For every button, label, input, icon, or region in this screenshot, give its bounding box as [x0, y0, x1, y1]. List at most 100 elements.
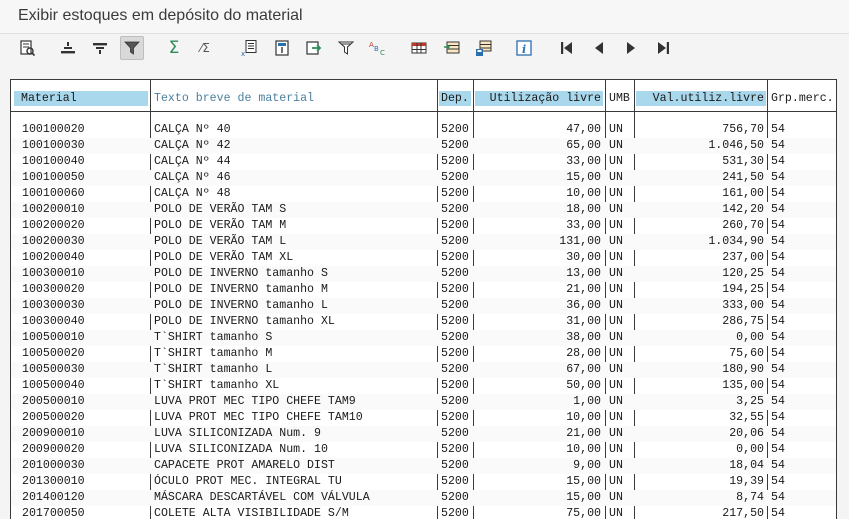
cell-material-group[interactable]: 54 — [769, 346, 835, 362]
cell-description[interactable]: CALÇA Nº 42 — [152, 138, 435, 154]
cell-plant[interactable]: 5200 — [439, 378, 471, 394]
column-header-free-use[interactable]: Utilização livre — [475, 91, 603, 106]
cell-free-use[interactable]: 9,00 — [475, 458, 603, 474]
cell-material-group[interactable]: 54 — [769, 410, 835, 426]
cell-material-group[interactable]: 54 — [769, 490, 835, 506]
cell-uom[interactable]: UN — [607, 154, 633, 170]
sort-descending-icon[interactable] — [88, 36, 112, 60]
cell-free-use[interactable]: 28,00 — [475, 346, 603, 362]
cell-uom[interactable]: UN — [607, 122, 633, 138]
cell-material[interactable]: 100100060 — [14, 186, 148, 202]
cell-free-use[interactable]: 47,00 — [475, 122, 603, 138]
cell-description[interactable]: POLO DE INVERNO tamanho XL — [152, 314, 435, 330]
cell-material-group[interactable]: 54 — [769, 330, 835, 346]
cell-uom[interactable]: UN — [607, 298, 633, 314]
cell-free-use[interactable]: 31,00 — [475, 314, 603, 330]
table-row[interactable]: 201700050 COLETE ALTA VISIBILIDADE S/M 520… — [11, 506, 836, 519]
cell-material-group[interactable]: 54 — [769, 266, 835, 282]
table-row[interactable]: 100200010 POLO DE VERÃO TAM S 5200 18,00 UN 1… — [11, 202, 836, 218]
cell-material-group[interactable]: 54 — [769, 362, 835, 378]
cell-material[interactable]: 100100050 — [14, 170, 148, 186]
save-layout-icon[interactable] — [472, 36, 496, 60]
cell-material-group[interactable]: 54 — [769, 458, 835, 474]
table-row[interactable]: 100300040 POLO DE INVERNO tamanho XL 5200 3… — [11, 314, 836, 330]
cell-uom[interactable]: UN — [607, 394, 633, 410]
cell-free-use[interactable]: 50,00 — [475, 378, 603, 394]
cell-free-use[interactable]: 1,00 — [475, 394, 603, 410]
cell-free-use[interactable]: 10,00 — [475, 410, 603, 426]
cell-description[interactable]: POLO DE VERÃO TAM XL — [152, 250, 435, 266]
cell-plant[interactable]: 5200 — [439, 298, 471, 314]
cell-material[interactable]: 201300010 — [14, 474, 148, 490]
cell-free-use[interactable]: 33,00 — [475, 218, 603, 234]
cell-free-use[interactable]: 131,00 — [475, 234, 603, 250]
column-header-uom[interactable]: UMB — [607, 91, 633, 106]
cell-description[interactable]: T`SHIRT tamanho L — [152, 362, 435, 378]
cell-description[interactable]: CAPACETE PROT AMARELO DIST — [152, 458, 435, 474]
table-row[interactable]: 100500020 T`SHIRT tamanho M 5200 28,00 UN 75,… — [11, 346, 836, 362]
table-row[interactable]: 100100050 CALÇA Nº 46 5200 15,00 UN 241,50 54 — [11, 170, 836, 186]
cell-plant[interactable]: 5200 — [439, 410, 471, 426]
cell-material-group[interactable]: 54 — [769, 394, 835, 410]
table-row[interactable]: 100500030 T`SHIRT tamanho L 5200 67,00 UN 180… — [11, 362, 836, 378]
cell-material-group[interactable]: 54 — [769, 282, 835, 298]
cell-value-free[interactable]: 3,25 — [636, 394, 766, 410]
cell-plant[interactable]: 5200 — [439, 250, 471, 266]
cell-value-free[interactable]: 260,70 — [636, 218, 766, 234]
cell-value-free[interactable]: 237,00 — [636, 250, 766, 266]
export-icon[interactable] — [302, 36, 326, 60]
cell-material[interactable]: 200500020 — [14, 410, 148, 426]
cell-uom[interactable]: UN — [607, 410, 633, 426]
cell-description[interactable]: COLETE ALTA VISIBILIDADE S/M — [152, 506, 435, 519]
cell-material-group[interactable]: 54 — [769, 234, 835, 250]
cell-material-group[interactable]: 54 — [769, 378, 835, 394]
table-row[interactable]: 100100020 CALÇA Nº 40 5200 47,00 UN 756,70 54 — [11, 122, 836, 138]
cell-material-group[interactable]: 54 — [769, 138, 835, 154]
cell-free-use[interactable]: 13,00 — [475, 266, 603, 282]
cell-material-group[interactable]: 54 — [769, 170, 835, 186]
cell-plant[interactable]: 5200 — [439, 266, 471, 282]
table-row[interactable]: 201000030 CAPACETE PROT AMARELO DIST 5200 9… — [11, 458, 836, 474]
cell-plant[interactable]: 5200 — [439, 138, 471, 154]
column-header-description[interactable]: Texto breve de material — [152, 91, 435, 106]
cell-material[interactable]: 100200040 — [14, 250, 148, 266]
cell-description[interactable]: T`SHIRT tamanho XL — [152, 378, 435, 394]
sort-ascending-icon[interactable] — [56, 36, 80, 60]
cell-material[interactable]: 100100030 — [14, 138, 148, 154]
cell-plant[interactable]: 5200 — [439, 154, 471, 170]
cell-description[interactable]: POLO DE VERÃO TAM S — [152, 202, 435, 218]
cell-plant[interactable]: 5200 — [439, 330, 471, 346]
cell-value-free[interactable]: 18,04 — [636, 458, 766, 474]
select-layout-icon[interactable] — [440, 36, 464, 60]
cell-material[interactable]: 200900020 — [14, 442, 148, 458]
cell-material-group[interactable]: 54 — [769, 250, 835, 266]
cell-material[interactable]: 100100020 — [14, 122, 148, 138]
table-row[interactable]: 200900010 LUVA SILICONIZADA Num. 9 5200 21,… — [11, 426, 836, 442]
cell-plant[interactable]: 5200 — [439, 186, 471, 202]
cell-description[interactable]: ÓCULO PROT MEC. INTEGRAL TU — [152, 474, 435, 490]
cell-uom[interactable]: UN — [607, 506, 633, 519]
print-icon[interactable] — [334, 36, 358, 60]
cell-uom[interactable]: UN — [607, 490, 633, 506]
cell-plant[interactable]: 5200 — [439, 506, 471, 519]
cell-value-free[interactable]: 20,06 — [636, 426, 766, 442]
cell-uom[interactable]: UN — [607, 138, 633, 154]
cell-free-use[interactable]: 10,00 — [475, 186, 603, 202]
table-row[interactable]: 200500010 LUVA PROT MEC TIPO CHEFE TAM9 52… — [11, 394, 836, 410]
cell-plant[interactable]: 5200 — [439, 314, 471, 330]
cell-description[interactable]: POLO DE VERÃO TAM M — [152, 218, 435, 234]
cell-value-free[interactable]: 120,25 — [636, 266, 766, 282]
cell-material-group[interactable]: 54 — [769, 314, 835, 330]
subtotal-icon[interactable]: ⁄Σ — [193, 36, 217, 60]
cell-description[interactable]: POLO DE VERÃO TAM L — [152, 234, 435, 250]
cell-material[interactable]: 100300030 — [14, 298, 148, 314]
cell-material[interactable]: 100200030 — [14, 234, 148, 250]
table-row[interactable]: 201300010 ÓCULO PROT MEC. INTEGRAL TU 5200… — [11, 474, 836, 490]
cell-plant[interactable]: 5200 — [439, 362, 471, 378]
cell-value-free[interactable]: 32,55 — [636, 410, 766, 426]
cell-free-use[interactable]: 38,00 — [475, 330, 603, 346]
cell-uom[interactable]: UN — [607, 442, 633, 458]
print-preview-icon[interactable] — [270, 36, 294, 60]
cell-description[interactable]: LUVA SILICONIZADA Num. 10 — [152, 442, 435, 458]
cell-value-free[interactable]: 161,00 — [636, 186, 766, 202]
